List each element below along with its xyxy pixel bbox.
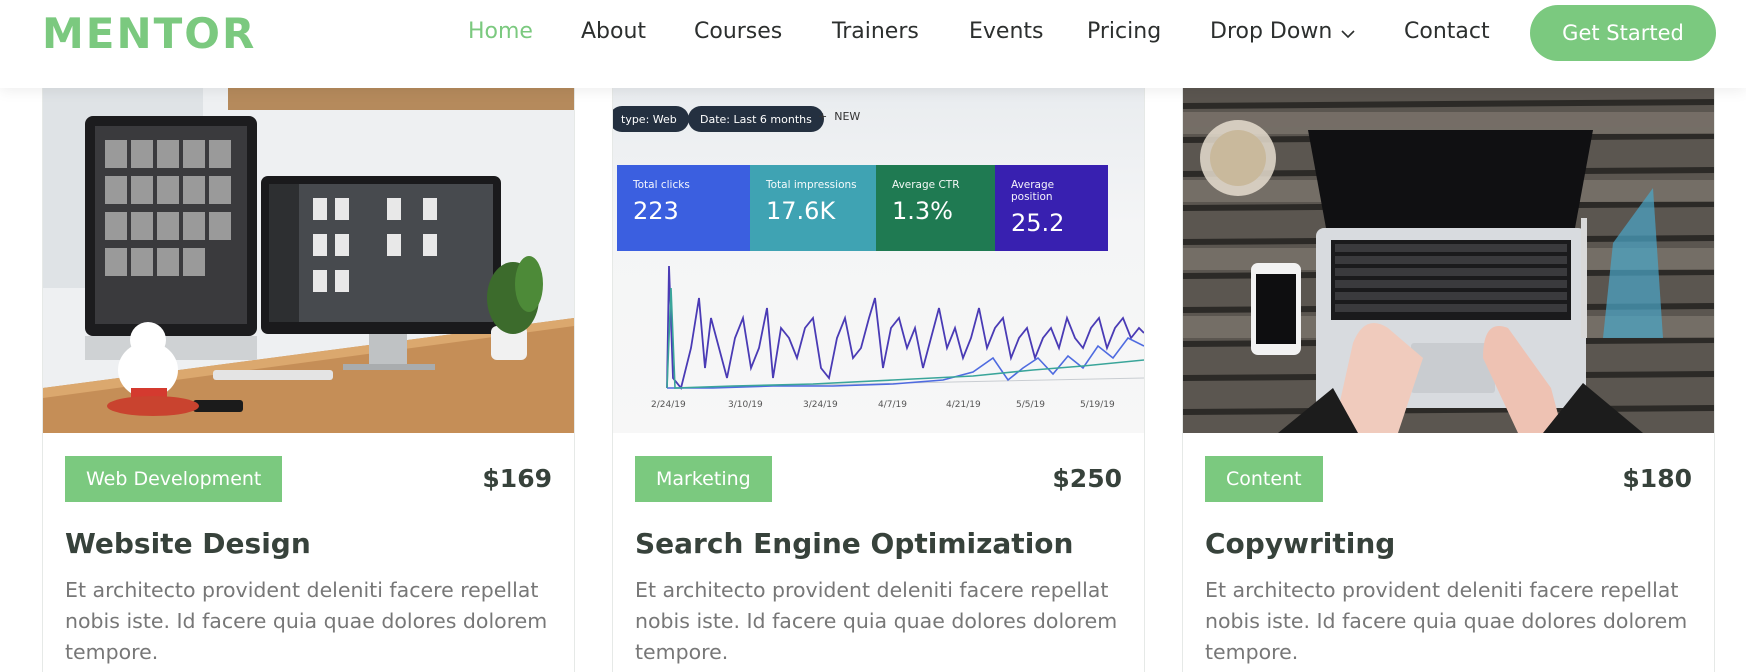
course-title[interactable]: Copywriting (1205, 527, 1395, 560)
course-card-seo: type: Web Date: Last 6 months + NEW Tota… (612, 88, 1145, 672)
course-card-copywriting: Content $180 Copywriting Et architecto p… (1182, 88, 1715, 672)
nav-dropdown-label: Drop Down (1210, 19, 1333, 44)
get-started-button[interactable]: Get Started (1530, 5, 1716, 61)
x-axis-tick: 4/21/19 (946, 400, 981, 410)
course-card-website-design: Web Development $169 Website Design Et a… (42, 88, 575, 672)
nav-dropdown[interactable]: Drop Down (1210, 19, 1356, 45)
course-title[interactable]: Website Design (65, 527, 311, 560)
site-logo[interactable]: MENTOR (42, 9, 256, 58)
course-price: $250 (1052, 464, 1122, 493)
performance-line-chart (666, 265, 1144, 390)
nav-about[interactable]: About (581, 19, 646, 44)
x-axis-tick: 3/10/19 (728, 400, 763, 410)
x-axis-tick: 5/5/19 (1016, 400, 1045, 410)
x-axis-tick: 5/19/19 (1080, 400, 1115, 410)
course-description: Et architecto provident deleniti facere … (65, 578, 548, 664)
course-description: Et architecto provident deleniti facere … (635, 578, 1118, 664)
course-category-badge[interactable]: Content (1205, 456, 1323, 502)
course-category-badge[interactable]: Marketing (635, 456, 772, 502)
course-price: $180 (1622, 464, 1692, 493)
x-axis-tick: 2/24/19 (651, 400, 686, 410)
site-header: MENTOR Home About Courses Trainers Event… (0, 0, 1746, 88)
nav-pricing[interactable]: Pricing (1087, 19, 1161, 44)
laptop-typing-photo (1183, 88, 1714, 433)
x-axis-tick: 4/7/19 (878, 400, 907, 410)
chevron-down-icon (1340, 20, 1356, 45)
course-price: $169 (482, 464, 552, 493)
course-category-badge[interactable]: Web Development (65, 456, 283, 502)
nav-home[interactable]: Home (468, 19, 533, 44)
x-axis-tick: 3/24/19 (803, 400, 838, 410)
nav-courses[interactable]: Courses (694, 19, 782, 44)
nav-trainers[interactable]: Trainers (832, 19, 919, 44)
course-title[interactable]: Search Engine Optimization (635, 527, 1073, 560)
nav-events[interactable]: Events (969, 19, 1044, 44)
analytics-dashboard-photo: type: Web Date: Last 6 months + NEW Tota… (613, 88, 1144, 433)
desk-with-monitors-photo (43, 88, 574, 433)
nav-contact[interactable]: Contact (1404, 19, 1490, 44)
course-description: Et architecto provident deleniti facere … (1205, 578, 1688, 664)
